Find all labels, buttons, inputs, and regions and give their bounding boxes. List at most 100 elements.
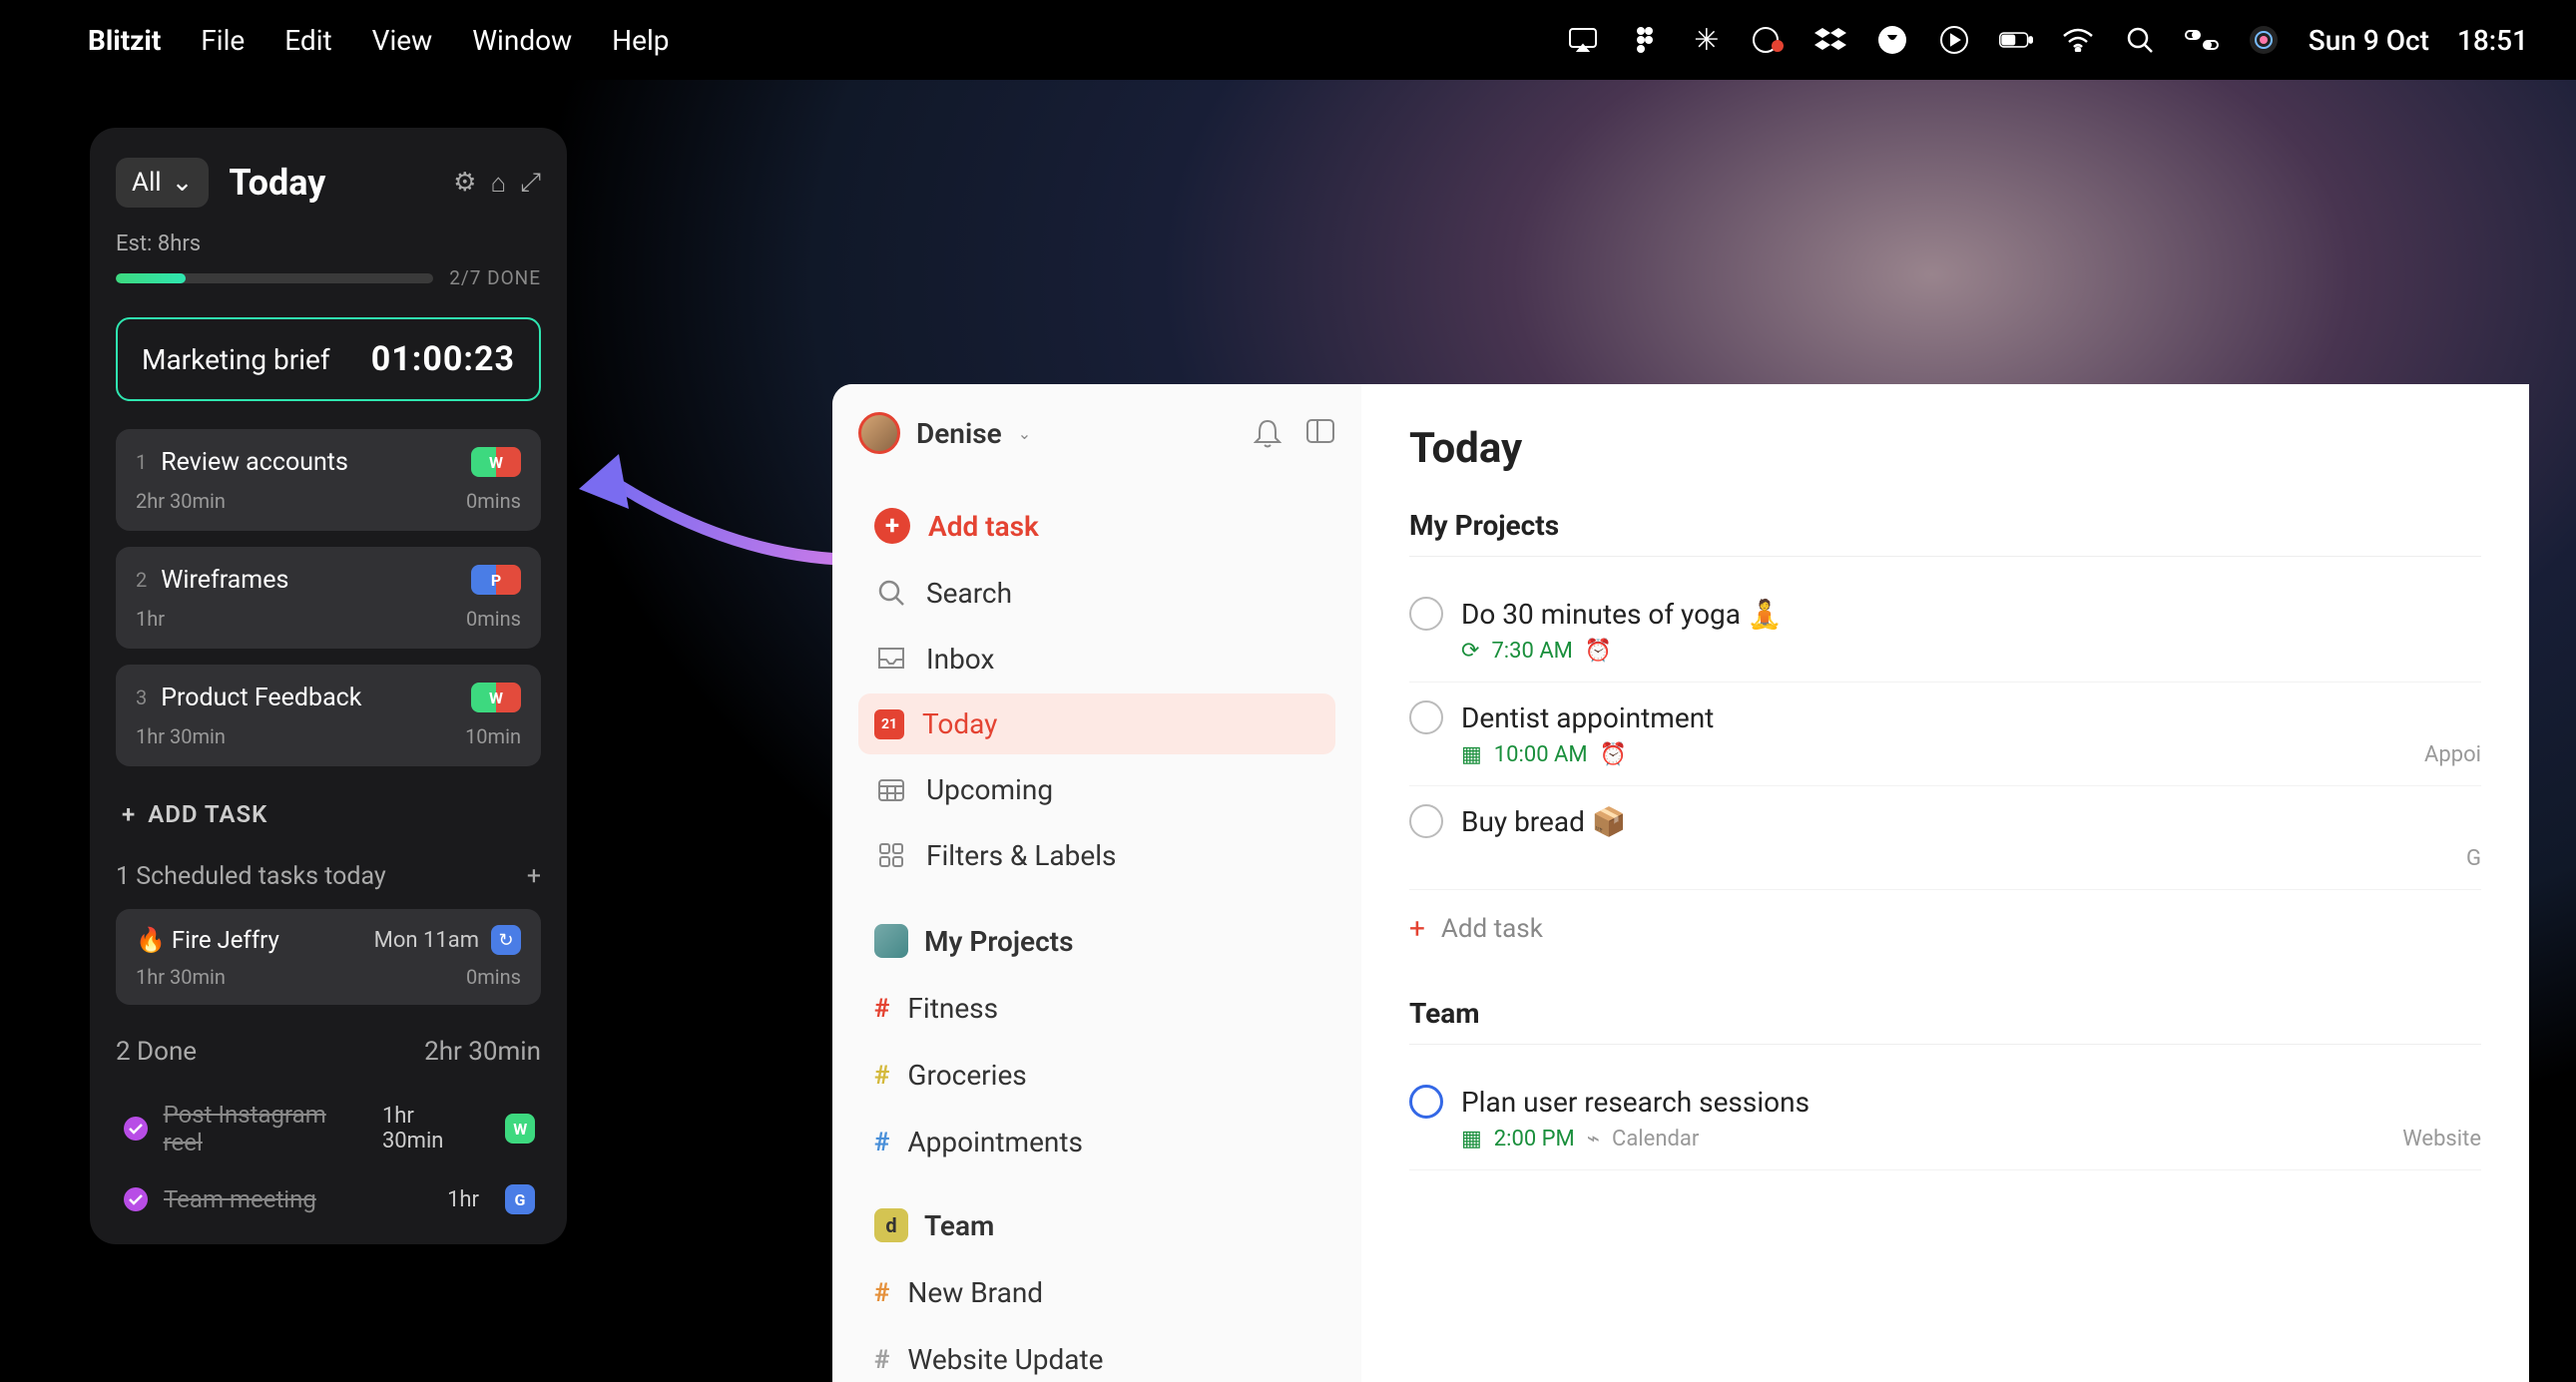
menubar-date[interactable]: Sun 9 Oct (2309, 24, 2429, 57)
scheduled-estimate: 1hr 30min (136, 965, 226, 989)
sidebar-toggle-icon[interactable] (1305, 418, 1335, 448)
scheduled-title: 1 Scheduled tasks today (116, 862, 386, 891)
done-title: 2 Done (116, 1037, 197, 1067)
task-tag: W (471, 683, 521, 712)
asterisk-icon[interactable]: ✳ (1690, 23, 1724, 57)
add-task-button[interactable]: + ADD TASK (116, 782, 541, 856)
task-name: Review accounts (161, 448, 348, 477)
task-item[interactable]: Buy bread 📦 G (1409, 786, 2481, 890)
project-item-appointments[interactable]: # Appointments (858, 1114, 1335, 1170)
task-card[interactable]: 2 Wireframes P 1hr 0mins (116, 547, 541, 649)
add-task-inline[interactable]: + Add task (1409, 890, 2481, 967)
user-menu[interactable]: Denise ⌄ (858, 412, 1335, 454)
record-icon[interactable] (1752, 23, 1786, 57)
scheduled-time: Mon 11am (374, 928, 479, 953)
projects-avatar-icon (874, 924, 908, 958)
plus-icon: + (1409, 912, 1425, 945)
task-item[interactable]: Do 30 minutes of yoga 🧘 ⟳ 7:30 AM ⏰ (1409, 579, 2481, 683)
todoist-main: Today My Projects Do 30 minutes of yoga … (1361, 384, 2529, 1382)
hash-icon: # (874, 994, 889, 1024)
task-title: Buy bread 📦 (1461, 805, 1627, 838)
avatar (858, 412, 900, 454)
nav-today[interactable]: 21 Today (858, 693, 1335, 754)
team-item-new-brand[interactable]: # New Brand (858, 1264, 1335, 1321)
task-estimate: 1hr 30min (136, 724, 226, 748)
task-name: Wireframes (161, 566, 288, 595)
task-project: Appoi (2424, 742, 2481, 767)
scheduled-card[interactable]: 🔥 Fire Jeffry Mon 11am ↻ 1hr 30min 0mins (116, 909, 541, 1005)
collapse-icon[interactable]: ⤢ (520, 168, 541, 199)
add-task-button[interactable]: + Add task (858, 494, 1335, 558)
task-number: 3 (136, 686, 147, 709)
filter-label: All (132, 168, 162, 198)
menu-help[interactable]: Help (612, 24, 669, 57)
home-icon[interactable]: ⌂ (490, 168, 506, 199)
circle-icon[interactable] (1875, 23, 1909, 57)
macos-menubar: Blitzit File Edit View Window Help ✳ Sun… (0, 0, 2576, 80)
task-checkbox[interactable] (1409, 597, 1443, 631)
task-spent: 0mins (466, 607, 521, 631)
filter-dropdown[interactable]: All ⌄ (116, 158, 209, 208)
active-timer-card[interactable]: Marketing brief 01:00:23 (116, 317, 541, 401)
airplay-icon[interactable] (1566, 23, 1600, 57)
wifi-icon[interactable] (2061, 23, 2095, 57)
battery-icon[interactable] (1999, 23, 2033, 57)
projects-header[interactable]: My Projects (858, 896, 1335, 970)
task-checkbox[interactable] (1409, 1085, 1443, 1119)
nav-inbox[interactable]: Inbox (858, 628, 1335, 690)
username: Denise (916, 417, 1002, 450)
tag-icon: ⌁ (1587, 1127, 1600, 1152)
task-estimate: 1hr (136, 607, 165, 631)
menu-edit[interactable]: Edit (284, 24, 331, 57)
task-checkbox[interactable] (1409, 804, 1443, 838)
menu-view[interactable]: View (372, 24, 433, 57)
add-scheduled-icon[interactable]: + (527, 862, 541, 891)
project-item-groceries[interactable]: # Groceries (858, 1047, 1335, 1104)
task-card[interactable]: 3 Product Feedback W 1hr 30min 10min (116, 665, 541, 766)
task-calendar-label: Calendar (1612, 1127, 1699, 1152)
task-title: Dentist appointment (1461, 701, 1714, 734)
nav-filters[interactable]: Filters & Labels (858, 824, 1335, 886)
done-name: Post Instagram reel (164, 1101, 368, 1156)
add-task-label: ADD TASK (148, 800, 267, 828)
search-icon[interactable] (2123, 23, 2157, 57)
project-item-fitness[interactable]: # Fitness (858, 980, 1335, 1037)
task-name: Product Feedback (161, 684, 361, 712)
add-task-label: Add task (928, 510, 1039, 543)
team-header[interactable]: d Team (858, 1180, 1335, 1254)
bell-icon[interactable] (1254, 418, 1282, 448)
grid-icon (874, 838, 908, 872)
menu-file[interactable]: File (201, 24, 245, 57)
done-item[interactable]: Team meeting 1hr G (116, 1170, 541, 1228)
timer-task-name: Marketing brief (142, 343, 330, 376)
play-icon[interactable] (1937, 23, 1971, 57)
task-item[interactable]: Dentist appointment ▦ 10:00 AM ⏰ Appoi (1409, 683, 2481, 786)
date-icon: ▦ (1461, 742, 1482, 767)
siri-icon[interactable] (2247, 23, 2281, 57)
task-spent: 0mins (466, 489, 521, 513)
gear-icon[interactable]: ⚙ (453, 168, 476, 199)
task-time: 10:00 AM (1494, 742, 1588, 767)
task-checkbox[interactable] (1409, 700, 1443, 734)
menubar-time[interactable]: 18:51 (2457, 24, 2528, 57)
app-name[interactable]: Blitzit (88, 24, 161, 57)
nav-search[interactable]: Search (858, 562, 1335, 624)
repeat-icon: ⟳ (1461, 639, 1479, 664)
menu-window[interactable]: Window (472, 24, 572, 57)
scheduled-spent: 0mins (466, 965, 521, 989)
figma-icon[interactable] (1628, 23, 1662, 57)
task-spent: 10min (465, 724, 521, 748)
task-item[interactable]: Plan user research sessions ▦ 2:00 PM ⌁ … (1409, 1067, 2481, 1170)
alarm-icon: ⏰ (1600, 742, 1627, 767)
done-item[interactable]: Post Instagram reel 1hr 30min W (116, 1087, 541, 1170)
task-card[interactable]: 1 Review accounts W 2hr 30min 0mins (116, 429, 541, 531)
dropbox-icon[interactable] (1813, 23, 1847, 57)
estimate-label: Est: 8hrs (116, 231, 541, 256)
team-item-website-update[interactable]: # Website Update (858, 1331, 1335, 1382)
task-time: 2:00 PM (1494, 1127, 1575, 1152)
task-project: Website (2402, 1127, 2481, 1152)
control-center-icon[interactable] (2185, 23, 2219, 57)
done-duration: 1hr (447, 1187, 479, 1212)
search-icon (874, 576, 908, 610)
nav-upcoming[interactable]: Upcoming (858, 758, 1335, 820)
